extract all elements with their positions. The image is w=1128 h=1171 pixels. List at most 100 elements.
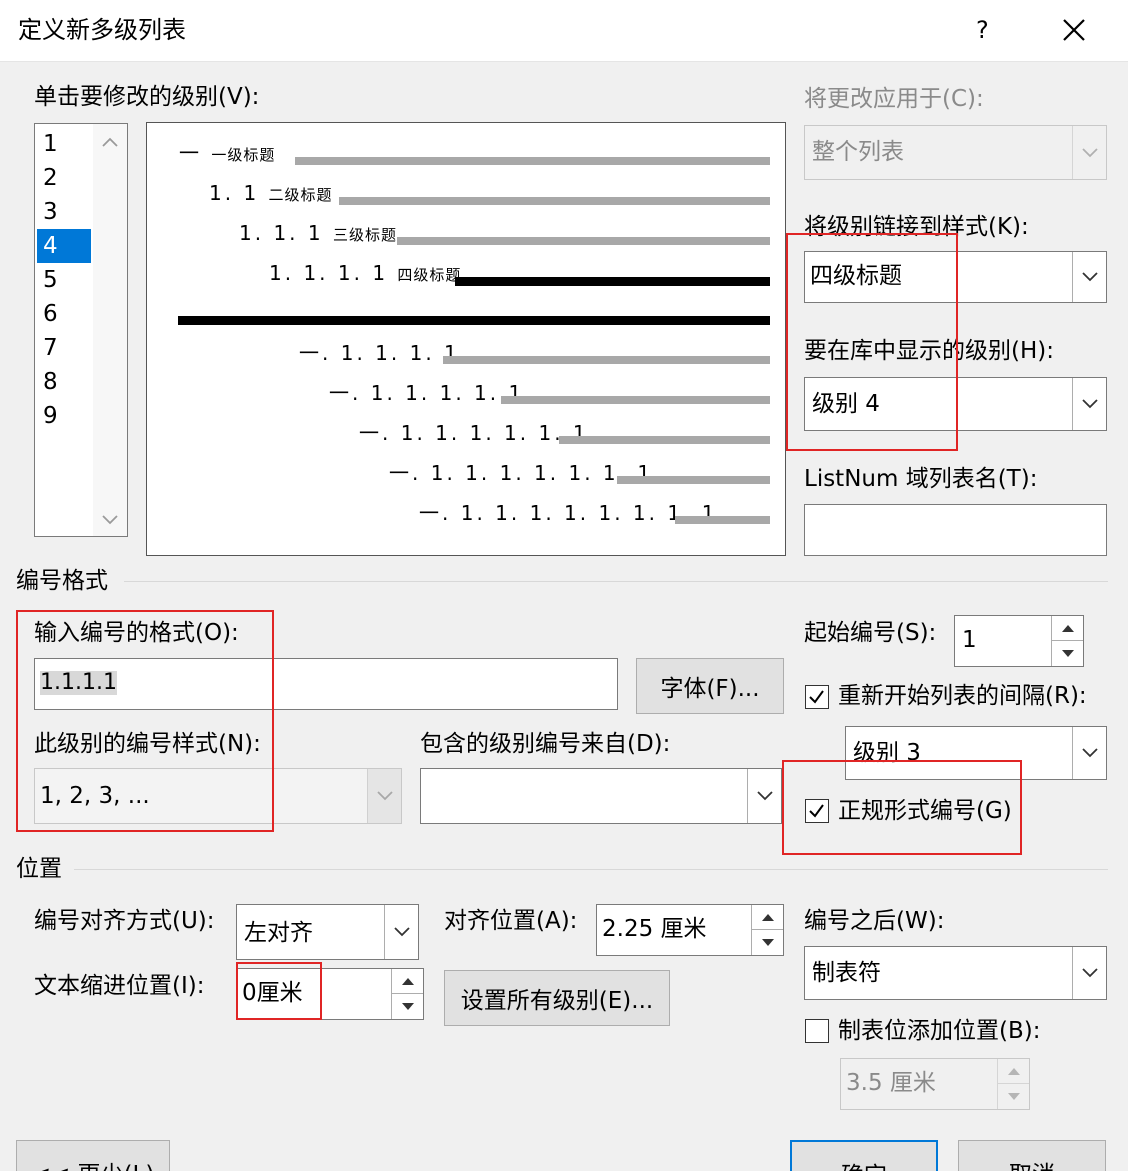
checkmark-icon <box>809 690 824 704</box>
preview-bar-1 <box>295 157 770 165</box>
less-button[interactable]: << 更少(L) <box>16 1140 170 1171</box>
listnum-label: ListNum 域列表名(T): <box>804 466 1038 492</box>
align-label: 编号对齐方式(U): <box>34 908 215 934</box>
preview-line-4: 1. 1. 1. 1 四级标题 <box>269 261 462 285</box>
close-icon <box>1063 19 1085 41</box>
spin-down-icon[interactable] <box>752 930 783 955</box>
link-style-select[interactable]: 四级标题 <box>804 251 1107 303</box>
start-at-label: 起始编号(S): <box>804 620 937 646</box>
apply-to-dropdown <box>1072 126 1106 179</box>
preview-bar-6 <box>443 356 770 364</box>
number-style-select[interactable]: 1, 2, 3, ... <box>34 768 402 824</box>
chevron-down-icon <box>1081 968 1098 978</box>
apply-to-select: 整个列表 <box>804 125 1107 180</box>
scroll-up-icon[interactable] <box>101 136 119 148</box>
spin-down-icon[interactable] <box>392 994 423 1019</box>
preview-bar-3 <box>397 237 770 245</box>
level-listbox[interactable]: 123456789 <box>34 123 128 537</box>
level-item-5[interactable]: 5 <box>37 263 91 297</box>
restart-label[interactable]: 重新开始列表的间隔(R): <box>838 685 1087 708</box>
preview-line-10: 一. 1. 1. 1. 1. 1. 1. 1. 1 <box>419 501 718 525</box>
spin-down-icon <box>998 1084 1029 1109</box>
set-all-levels-button[interactable]: 设置所有级别(E)... <box>444 970 670 1026</box>
indent-spin[interactable] <box>391 969 423 1019</box>
follow-number-select[interactable]: 制表符 <box>804 946 1107 1000</box>
aligned-at-spin[interactable] <box>751 905 783 955</box>
level-item-9[interactable]: 9 <box>37 399 91 433</box>
gallery-level-dropdown[interactable] <box>1072 378 1106 430</box>
spin-down-icon[interactable] <box>1052 641 1083 666</box>
preview-line-1: 一 一级标题 <box>179 141 276 165</box>
add-tab-label[interactable]: 制表位添加位置(B): <box>838 1020 1040 1043</box>
number-format-divider <box>124 581 1108 582</box>
level-item-4[interactable]: 4 <box>37 229 91 263</box>
listbox-scrollbar[interactable] <box>93 124 127 536</box>
legal-style-label[interactable]: 正规形式编号(G) <box>838 800 1012 823</box>
tab-stop-value: 3.5 厘米 <box>846 1070 936 1096</box>
apply-to-value: 整个列表 <box>812 139 904 165</box>
enter-format-value: 1.1.1.1 <box>40 670 117 695</box>
legal-style-checkbox[interactable] <box>805 799 829 823</box>
follow-number-label: 编号之后(W): <box>804 908 945 934</box>
close-button[interactable] <box>1058 14 1090 46</box>
level-item-6[interactable]: 6 <box>37 297 91 331</box>
enter-format-label: 输入编号的格式(O): <box>34 620 239 646</box>
restart-level-dropdown[interactable] <box>1072 727 1106 779</box>
follow-number-value: 制表符 <box>812 960 881 986</box>
level-item-1[interactable]: 1 <box>37 127 91 161</box>
apply-to-label: 将更改应用于(C): <box>804 86 984 112</box>
number-format-heading: 编号格式 <box>16 568 108 594</box>
cancel-button[interactable]: 取消 <box>958 1140 1106 1171</box>
follow-number-dropdown[interactable] <box>1072 947 1106 999</box>
preview-line-9: 一. 1. 1. 1. 1. 1. 1. 1 <box>389 461 654 485</box>
spin-up-icon <box>998 1059 1029 1084</box>
preview-pane: 一 一级标题 1. 1 二级标题 1. 1. 1 三级标题 1. 1. 1. 1… <box>146 122 786 556</box>
include-level-label: 包含的级别编号来自(D): <box>420 731 671 757</box>
level-item-2[interactable]: 2 <box>37 161 91 195</box>
preview-bar-2 <box>339 197 770 205</box>
chevron-down-icon <box>1081 272 1098 282</box>
restart-level-select[interactable]: 级别 3 <box>845 726 1107 780</box>
level-item-3[interactable]: 3 <box>37 195 91 229</box>
level-item-8[interactable]: 8 <box>37 365 91 399</box>
preview-bar-4 <box>455 277 770 286</box>
link-style-dropdown[interactable] <box>1072 252 1106 302</box>
level-item-7[interactable]: 7 <box>37 331 91 365</box>
chevron-down-icon <box>1081 399 1098 409</box>
gallery-level-label: 要在库中显示的级别(H): <box>804 338 1054 364</box>
ok-button[interactable]: 确定 <box>790 1140 938 1171</box>
link-style-value: 四级标题 <box>810 263 902 289</box>
preview-line-8: 一. 1. 1. 1. 1. 1. 1 <box>359 421 589 445</box>
align-dropdown[interactable] <box>384 905 418 959</box>
preview-bar-8 <box>559 436 770 444</box>
restart-checkbox[interactable] <box>805 685 829 709</box>
indent-label: 文本缩进位置(I): <box>34 973 205 999</box>
spin-up-icon[interactable] <box>1052 616 1083 641</box>
preview-line-6: 一. 1. 1. 1. 1 <box>299 341 460 365</box>
listnum-input[interactable] <box>804 504 1107 556</box>
link-style-label: 将级别链接到样式(K): <box>804 214 1029 240</box>
align-select[interactable]: 左对齐 <box>236 904 419 960</box>
gallery-level-select[interactable]: 级别 4 <box>804 377 1107 431</box>
position-heading: 位置 <box>16 856 62 882</box>
preview-line-3: 1. 1. 1 三级标题 <box>239 221 397 245</box>
font-button[interactable]: 字体(F)... <box>636 658 784 714</box>
aligned-at-spinner[interactable]: 2.25 厘米 <box>596 904 784 956</box>
start-at-value: 1 <box>962 627 977 653</box>
help-button[interactable]: ? <box>976 18 989 42</box>
checkmark-icon <box>809 804 824 818</box>
start-at-spin[interactable] <box>1051 616 1083 666</box>
enter-format-input[interactable]: 1.1.1.1 <box>34 658 618 710</box>
align-value: 左对齐 <box>244 920 313 946</box>
spin-up-icon[interactable] <box>392 969 423 994</box>
add-tab-checkbox[interactable] <box>805 1019 829 1043</box>
start-at-spinner[interactable]: 1 <box>954 615 1084 667</box>
include-level-select[interactable] <box>420 768 782 824</box>
include-level-dropdown[interactable] <box>747 769 781 823</box>
scroll-down-icon[interactable] <box>101 514 119 526</box>
number-style-dropdown[interactable] <box>367 769 401 823</box>
spin-up-icon[interactable] <box>752 905 783 930</box>
indent-spinner[interactable]: 0厘米 <box>236 968 424 1020</box>
indent-value: 0厘米 <box>242 980 303 1006</box>
tab-stop-spin <box>997 1059 1029 1109</box>
